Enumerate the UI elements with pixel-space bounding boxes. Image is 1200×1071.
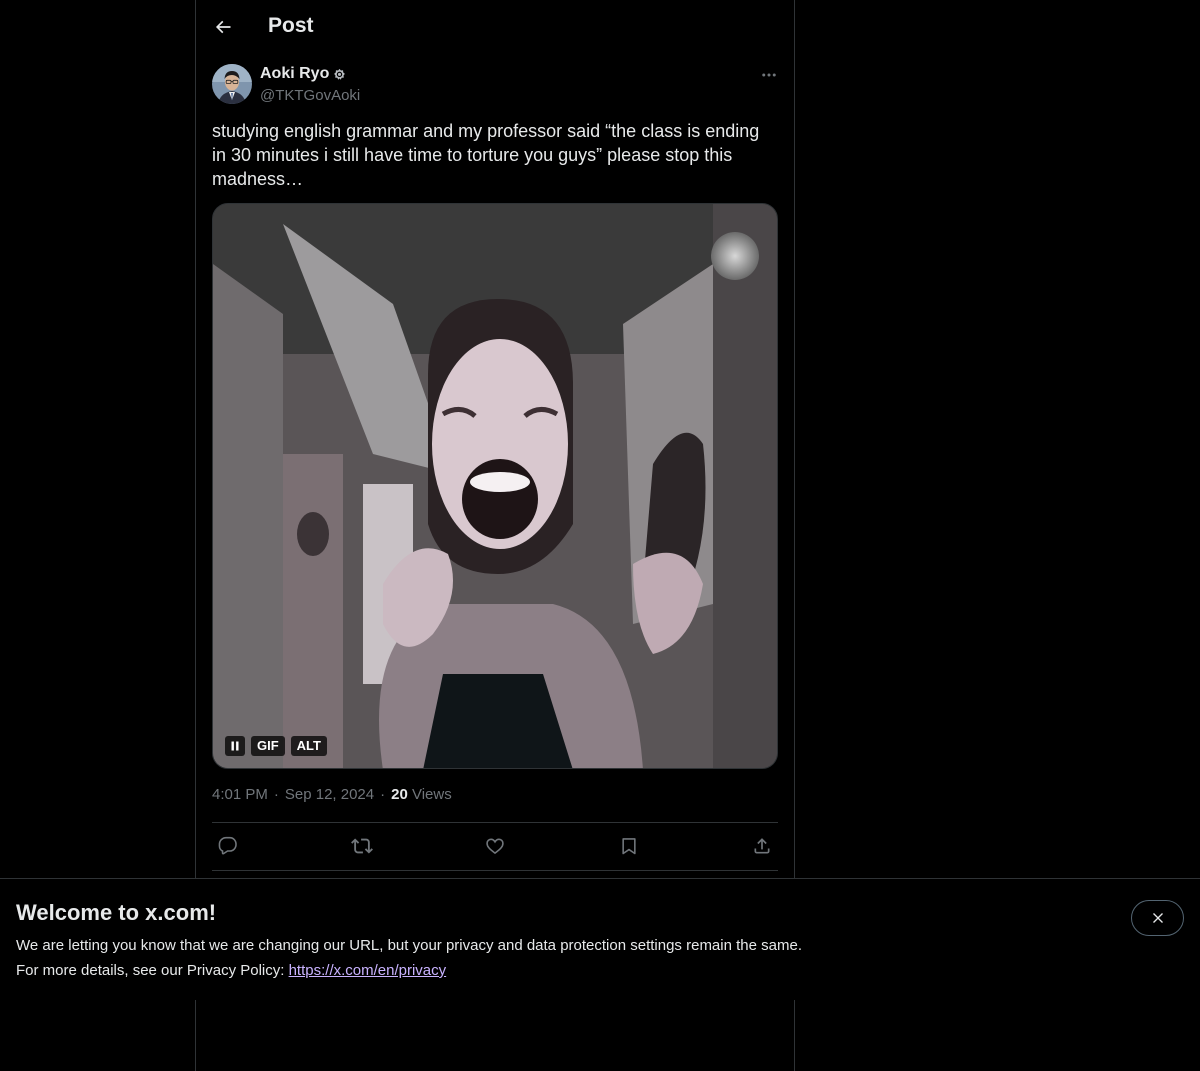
pause-button[interactable] [225, 736, 245, 756]
repost-icon [350, 838, 373, 854]
author-handle[interactable]: @TKTGovAoki [260, 87, 360, 104]
banner-privacy-line: For more details, see our Privacy Policy… [16, 962, 446, 979]
close-icon [1152, 913, 1163, 923]
author-avatar[interactable] [212, 64, 252, 104]
divider [212, 870, 778, 871]
meta-separator: · [273, 786, 279, 803]
repost-button[interactable] [346, 830, 378, 862]
back-button[interactable] [204, 8, 242, 46]
government-badge-icon [334, 68, 346, 80]
views-label: Views [411, 786, 452, 803]
bookmark-button[interactable] [613, 830, 645, 862]
page-title: Post [268, 14, 314, 37]
privacy-policy-link[interactable]: https://x.com/en/privacy [289, 962, 447, 979]
ellipsis-icon [762, 73, 776, 77]
bookmark-icon [621, 838, 636, 855]
arrow-left-icon [215, 20, 231, 34]
banner-privacy-prefix: For more details, see our Privacy Policy… [16, 962, 289, 979]
heart-icon [486, 838, 504, 855]
meta-separator: · [380, 786, 386, 803]
top-bar: Post [196, 0, 794, 54]
post-date[interactable]: Sep 12, 2024 [285, 786, 374, 803]
author-name[interactable]: Aoki Ryo [260, 65, 346, 83]
banner-message: We are letting you know that we are chan… [16, 937, 802, 954]
post-text: studying english grammar and my professo… [212, 121, 765, 189]
like-button[interactable] [479, 830, 511, 862]
share-icon [754, 838, 770, 854]
welcome-banner: Welcome to x.com! We are letting you kno… [0, 878, 1200, 1000]
banner-title: Welcome to x.com! [16, 900, 217, 925]
share-button[interactable] [746, 830, 778, 862]
reply-icon [218, 836, 237, 855]
media-controls: GIF ALT [225, 736, 327, 756]
alt-text-button[interactable]: ALT [290, 736, 327, 756]
more-options-button[interactable] [756, 62, 782, 88]
gif-frame [213, 204, 777, 768]
post-media-gif[interactable]: GIF ALT [212, 203, 778, 769]
views-stat: 20 Views [391, 786, 452, 803]
post-time[interactable]: 4:01 PM [212, 786, 268, 803]
reply-button[interactable] [212, 830, 244, 862]
post-actions [212, 830, 778, 862]
divider [212, 822, 778, 823]
pause-icon [231, 741, 239, 751]
views-count: 20 [391, 786, 408, 803]
gif-badge: GIF [251, 736, 285, 756]
close-banner-button[interactable] [1131, 900, 1184, 936]
post-metadata: 4:01 PM · Sep 12, 2024 · 20 Views [212, 786, 452, 803]
author-name-text: Aoki Ryo [260, 65, 330, 82]
